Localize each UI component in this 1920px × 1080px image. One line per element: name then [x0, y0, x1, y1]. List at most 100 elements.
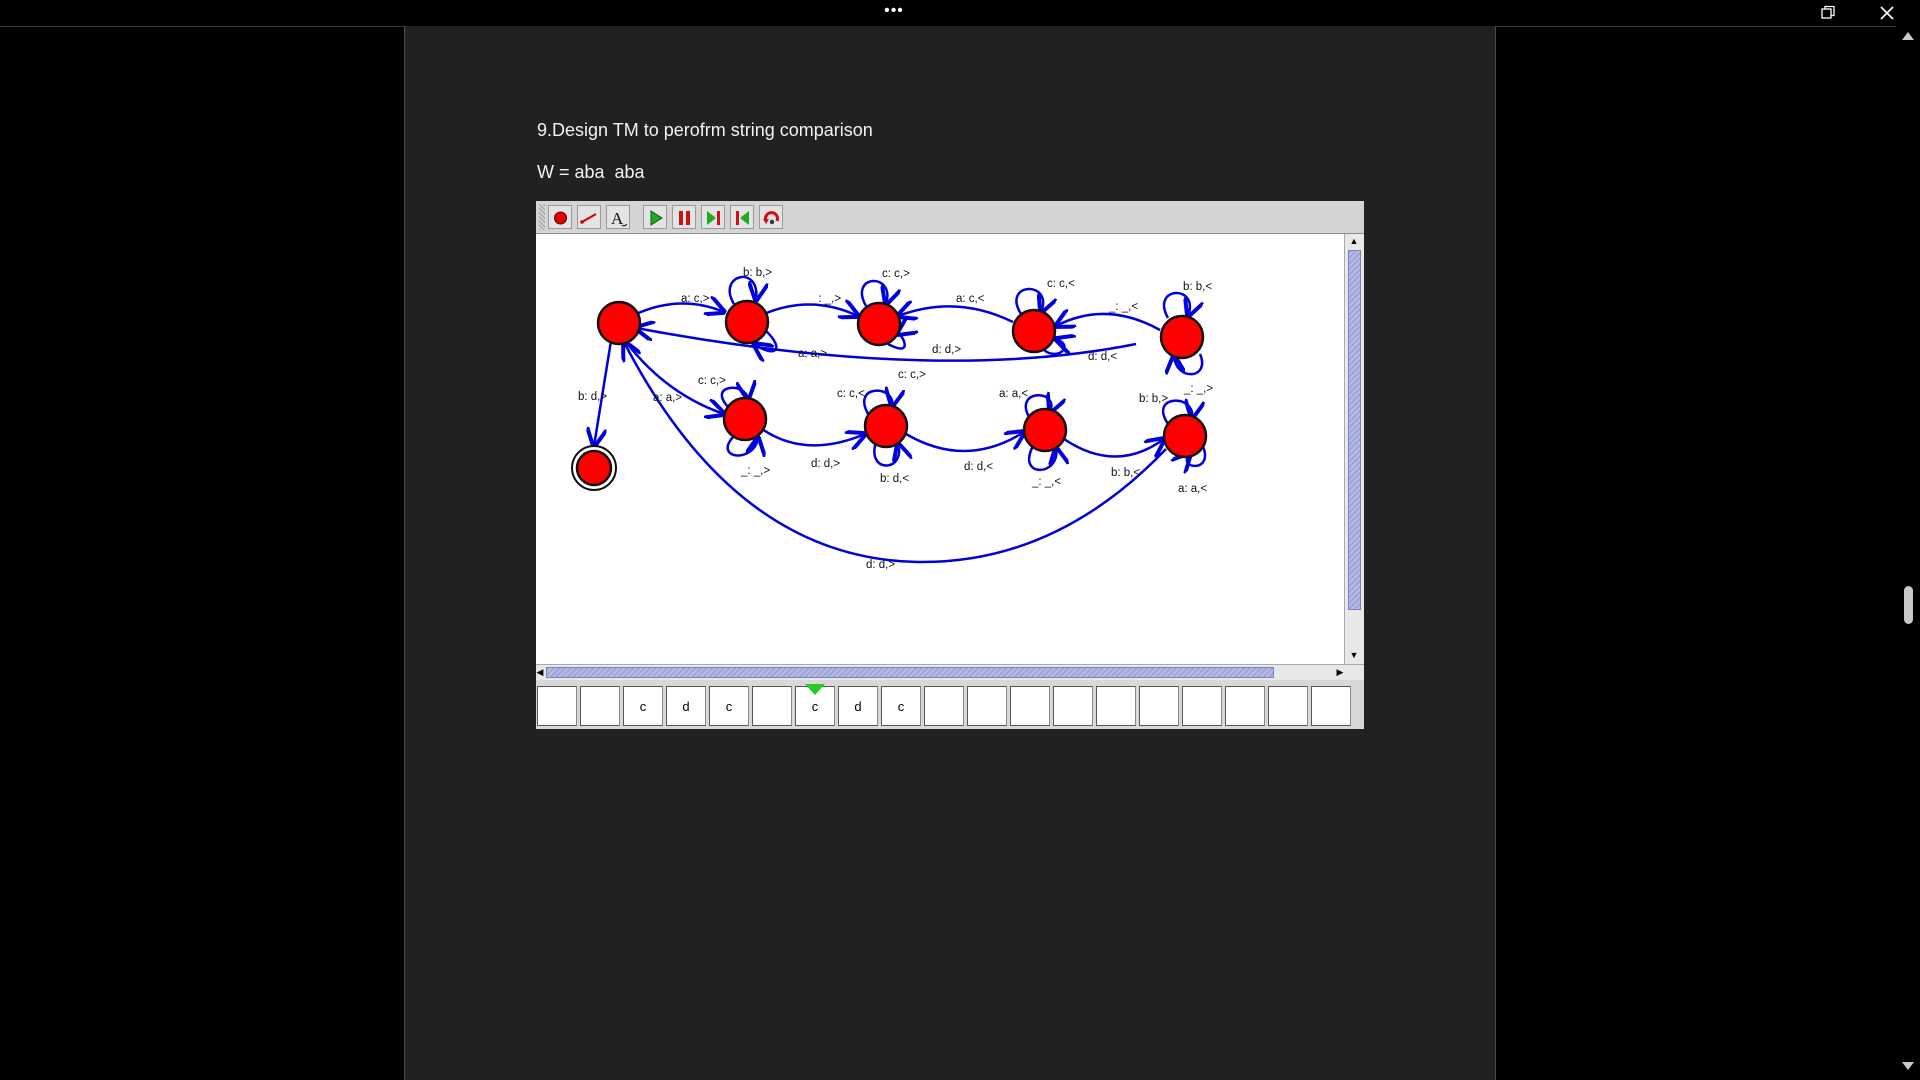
- turing-machine-diagram: a: c,> b: b,> _: _,> c: c,> a: c,< c: c,< _: _…: [571, 267, 1213, 571]
- transition-edge[interactable]: [898, 306, 1014, 324]
- scroll-down-arrow-icon[interactable]: ▼: [1348, 649, 1360, 661]
- add-state-tool[interactable]: [548, 205, 572, 229]
- page-title: 9.Design TM to perofrm string comparison: [537, 120, 873, 140]
- tape-cell: [1311, 686, 1351, 726]
- transition-label: _: _,<: [1031, 476, 1061, 488]
- step-back-button[interactable]: [730, 205, 754, 229]
- page-scroll-thumb[interactable]: [1904, 586, 1913, 624]
- run-button[interactable]: [643, 205, 667, 229]
- reset-button[interactable]: [759, 205, 783, 229]
- tape-cell: [1053, 686, 1093, 726]
- transition-edge[interactable]: [763, 304, 858, 316]
- transition-edge[interactable]: [1056, 314, 1161, 332]
- state-node[interactable]: [722, 396, 768, 442]
- transition-label: a: a,<: [1178, 483, 1207, 495]
- transition-label: c: c,<: [837, 388, 865, 400]
- tape-cell: [1182, 686, 1222, 726]
- play-icon: [650, 210, 663, 226]
- state-node[interactable]: [1159, 314, 1205, 360]
- tape-cell: [924, 686, 964, 726]
- tape-cell: [1139, 686, 1179, 726]
- tape-cell: [752, 686, 792, 726]
- transition-label: c: c,>: [898, 369, 926, 381]
- transition-label: c: c,>: [698, 375, 726, 387]
- restore-window-icon[interactable]: [1818, 3, 1838, 23]
- self-loop-edge[interactable]: [1162, 291, 1190, 318]
- transition-label: b: b,<: [1111, 467, 1140, 479]
- scroll-right-arrow-icon[interactable]: ▶: [1334, 666, 1346, 678]
- scroll-left-arrow-icon[interactable]: ◀: [534, 666, 546, 678]
- pause-icon: [679, 211, 690, 225]
- state-node[interactable]: [1162, 413, 1208, 459]
- close-icon[interactable]: [1876, 2, 1898, 24]
- transition-label: a: c,>: [681, 293, 710, 305]
- state-node[interactable]: [596, 300, 642, 346]
- transition-edge[interactable]: [905, 432, 1024, 453]
- window-title-bar: •••: [0, 0, 1920, 27]
- scroll-up-arrow-icon[interactable]: ▲: [1348, 235, 1360, 247]
- transition-label: a: a,>: [653, 392, 682, 404]
- more-horizontal-icon[interactable]: •••: [882, 2, 906, 22]
- transition-label: b: d,>: [578, 391, 607, 403]
- text-icon: A: [611, 209, 628, 228]
- transition-label: c: c,<: [1047, 278, 1075, 290]
- transition-label: b: b,<: [1183, 281, 1212, 293]
- state-circle-icon: [554, 211, 567, 225]
- tape-cell: [580, 686, 620, 726]
- text-tool[interactable]: A: [606, 205, 630, 229]
- page-scrollbar[interactable]: [1896, 26, 1920, 1080]
- horizontal-scrollbar[interactable]: ◀ ▶: [536, 664, 1364, 680]
- transition-label: d: d,<: [964, 461, 993, 473]
- transition-label: a: c,<: [956, 293, 985, 305]
- transition-label: d: d,>: [811, 458, 840, 470]
- transition-label: _: _,<: [1108, 301, 1138, 313]
- add-transition-tool[interactable]: [577, 205, 601, 229]
- transition-label: d: d,>: [932, 344, 961, 356]
- horizontal-scroll-thumb[interactable]: [546, 667, 1274, 678]
- tape-cell: c: [709, 686, 749, 726]
- tape-cell: [967, 686, 1007, 726]
- vertical-scroll-thumb[interactable]: [1348, 250, 1361, 610]
- transition-label: _: _,>: [740, 465, 770, 477]
- step-forward-icon: [707, 211, 720, 225]
- halt-state[interactable]: [575, 449, 613, 487]
- input-string-line: W = aba aba: [537, 162, 645, 182]
- transition-label: b: b,>: [1139, 393, 1168, 405]
- transition-label: _: _,>: [1183, 383, 1213, 395]
- transition-edge[interactable]: [1063, 439, 1164, 457]
- tape-cell: d: [838, 686, 878, 726]
- step-back-icon: [736, 211, 749, 225]
- tape-cell: [1096, 686, 1136, 726]
- self-loop-edge[interactable]: [728, 275, 757, 305]
- turing-machine-simulator: A a: c,> b: b,> _: _,> c: c,> a: c,< c: …: [536, 201, 1364, 729]
- state-node[interactable]: [856, 301, 902, 347]
- arrow-line-icon: [580, 213, 597, 224]
- transition-label: b: d,<: [880, 473, 909, 485]
- state-diagram-canvas[interactable]: a: c,> b: b,> _: _,> c: c,> a: c,< c: c,< _: _…: [536, 234, 1344, 664]
- pause-button[interactable]: [672, 205, 696, 229]
- tape-cell: [1268, 686, 1308, 726]
- transition-label: d: d,<: [1088, 351, 1117, 363]
- document-page: 9.Design TM to perofrm string comparison…: [404, 26, 1496, 1080]
- vertical-scrollbar[interactable]: ▲ ▼: [1344, 234, 1364, 664]
- page-scroll-down-icon[interactable]: [1902, 1062, 1914, 1070]
- state-node[interactable]: [724, 299, 770, 345]
- tape-cell: [1010, 686, 1050, 726]
- tape-cell: [537, 686, 577, 726]
- tape-head-indicator: [805, 684, 825, 695]
- transition-edge[interactable]: [761, 427, 865, 445]
- transition-edge[interactable]: [635, 303, 724, 314]
- state-node[interactable]: [863, 403, 909, 449]
- toolbar-grip[interactable]: [539, 204, 545, 230]
- state-node[interactable]: [1022, 407, 1068, 453]
- tape-cell: c: [623, 686, 663, 726]
- step-forward-button[interactable]: [701, 205, 725, 229]
- page-scroll-up-icon[interactable]: [1902, 32, 1914, 40]
- reset-icon: [763, 211, 779, 225]
- tape-cell: d: [666, 686, 706, 726]
- transition-label: d: d,>: [866, 559, 895, 571]
- transition-label: a: a,<: [999, 388, 1028, 400]
- simulator-toolbar: A: [536, 201, 1364, 234]
- transition-label: a: a,>: [798, 348, 827, 360]
- state-node[interactable]: [1011, 308, 1057, 354]
